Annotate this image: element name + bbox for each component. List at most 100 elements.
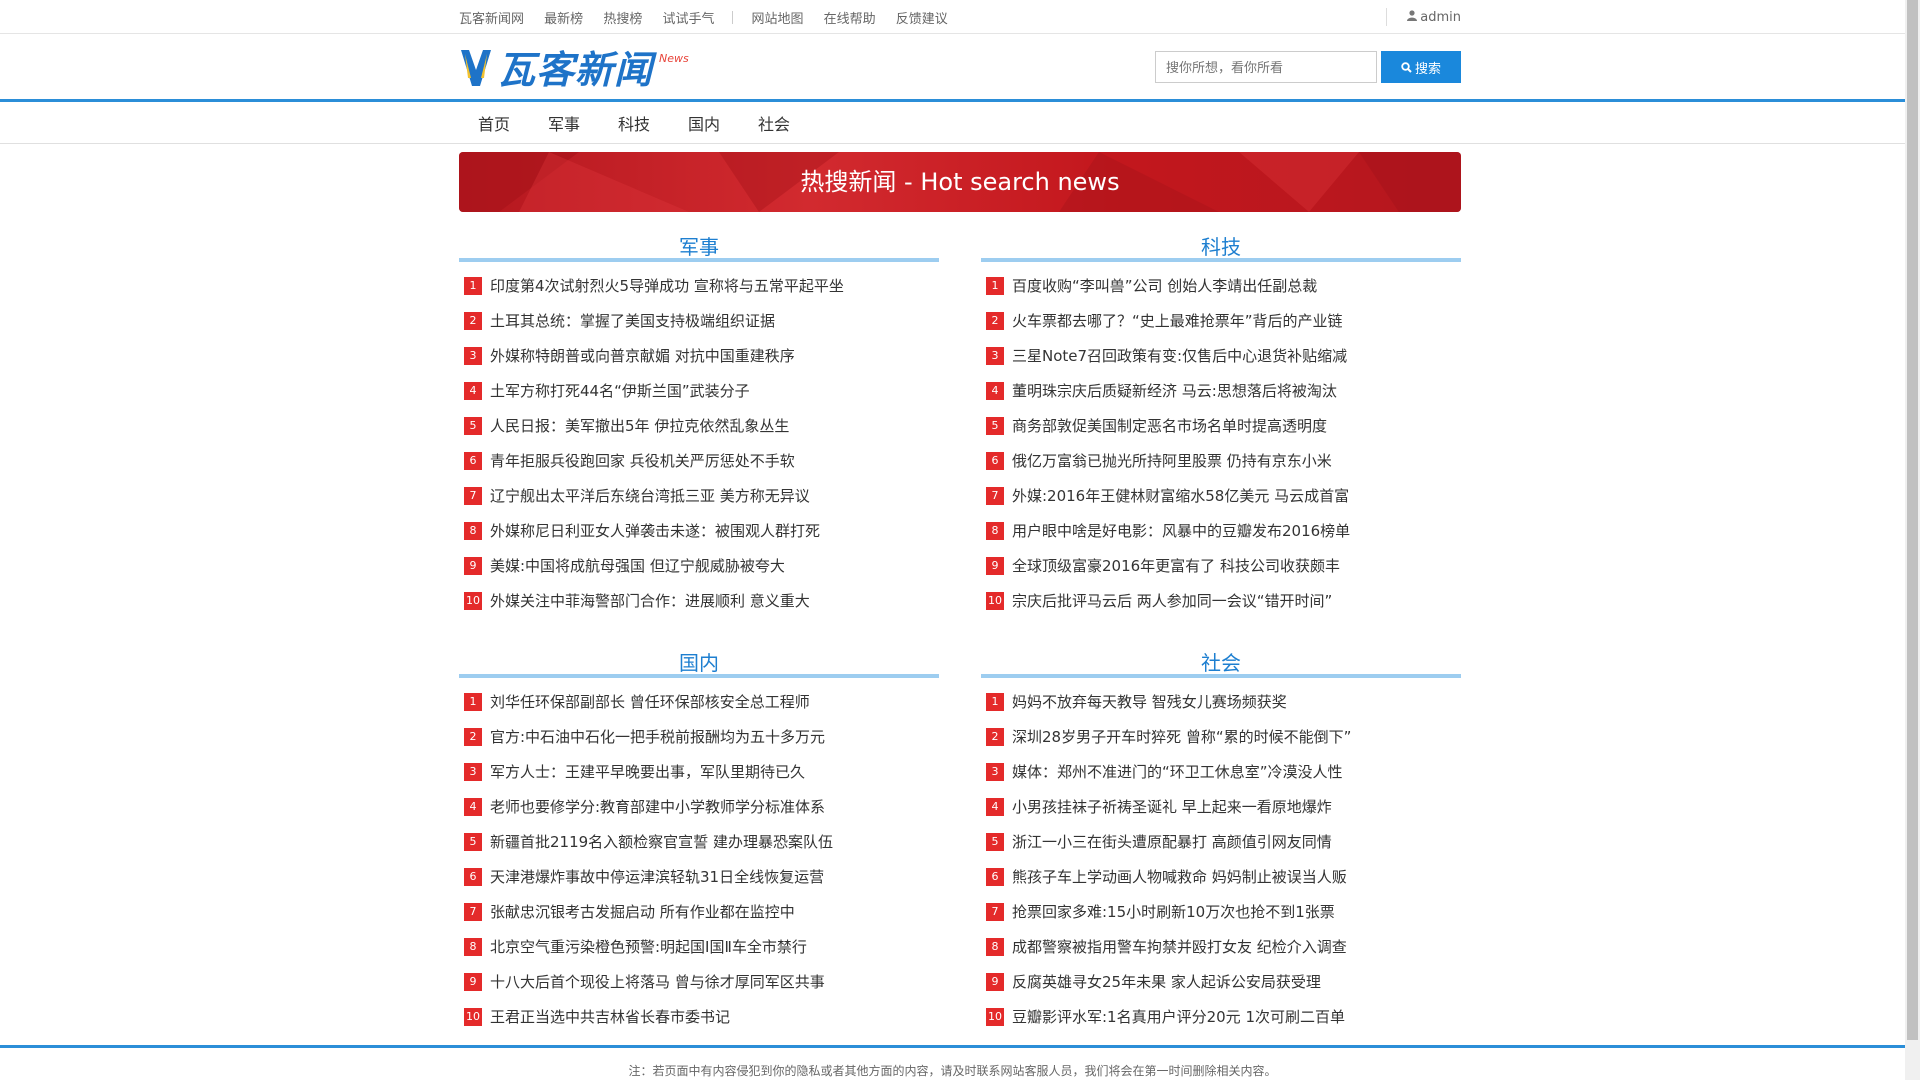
news-item[interactable]: 9 全球顶级富豪2016年更富有了 科技公司收获颇丰 [981,548,1461,583]
news-headline-link[interactable]: 宗庆后批评马云后 两人参加同一会议“错开时间” [1012,590,1332,611]
news-headline-link[interactable]: 用户眼中啥是好电影：风暴中的豆瓣发布2016榜单 [1012,520,1350,541]
news-headline-link[interactable]: 官方:中石油中石化一把手税前报酬均为五十多万元 [490,726,825,747]
news-item[interactable]: 1 百度收购“李叫兽”公司 创始人李靖出任副总裁 [981,268,1461,303]
news-item[interactable]: 5 浙江一小三在街头遭原配暴打 高颜值引网友同情 [981,824,1461,859]
news-headline-link[interactable]: 豆瓣影评水军:1名真用户评分20元 1次可刷二百单 [1012,1006,1345,1027]
news-headline-link[interactable]: 反腐英雄寻女25年未果 家人起诉公安局获受理 [1012,971,1321,992]
news-item[interactable]: 4 土军方称打死44名“伊斯兰国”武装分子 [459,373,939,408]
top-link-hot[interactable]: 热搜榜 [603,12,642,27]
news-item[interactable]: 8 外媒称尼日利亚女人弹袭击未遂：被围观人群打死 [459,513,939,548]
news-headline-link[interactable]: 深圳28岁男子开车时猝死 曾称“累的时候不能倒下” [1012,726,1351,747]
news-headline-link[interactable]: 外媒称尼日利亚女人弹袭击未遂：被围观人群打死 [490,520,820,541]
news-item[interactable]: 1 印度第4次试射烈火5导弹成功 宣称将与五常平起平坐 [459,268,939,303]
news-headline-link[interactable]: 印度第4次试射烈火5导弹成功 宣称将与五常平起平坐 [490,275,844,296]
news-headline-link[interactable]: 董明珠宗庆后质疑新经济 马云:思想落后将被淘汰 [1012,380,1337,401]
section-title[interactable]: 军事 [459,232,939,262]
news-headline-link[interactable]: 火车票都去哪了？“史上最难抢票年”背后的产业链 [1012,310,1343,331]
news-item[interactable]: 8 成都警察被指用警车拘禁并殴打女友 纪检介入调查 [981,929,1461,964]
nav-item-domestic[interactable]: 国内 [669,111,739,135]
news-item[interactable]: 2 官方:中石油中石化一把手税前报酬均为五十多万元 [459,719,939,754]
top-link-home[interactable]: 瓦客新闻网 [459,12,524,27]
news-headline-link[interactable]: 王君正当选中共吉林省长春市委书记 [490,1006,730,1027]
news-headline-link[interactable]: 刘华任环保部副部长 曾任环保部核安全总工程师 [490,691,810,712]
search-input[interactable] [1155,51,1377,83]
news-item[interactable]: 5 人民日报：美军撤出5年 伊拉克依然乱象丛生 [459,408,939,443]
news-headline-link[interactable]: 成都警察被指用警车拘禁并殴打女友 纪检介入调查 [1012,936,1347,957]
news-item[interactable]: 10 外媒关注中菲海警部门合作：进展顺利 意义重大 [459,583,939,618]
scrollbar-thumb[interactable] [1907,0,1918,1040]
top-link-sitemap[interactable]: 网站地图 [751,12,803,27]
news-item[interactable]: 9 美媒:中国将成航母强国 但辽宁舰威胁被夸大 [459,548,939,583]
news-item[interactable]: 9 反腐英雄寻女25年未果 家人起诉公安局获受理 [981,964,1461,999]
news-item[interactable]: 8 用户眼中啥是好电影：风暴中的豆瓣发布2016榜单 [981,513,1461,548]
news-item[interactable]: 5 商务部敦促美国制定恶名市场名单时提高透明度 [981,408,1461,443]
section-title[interactable]: 国内 [459,648,939,678]
news-headline-link[interactable]: 美媒:中国将成航母强国 但辽宁舰威胁被夸大 [490,555,785,576]
news-item[interactable]: 3 军方人士：王建平早晚要出事，军队里期待已久 [459,754,939,789]
news-item[interactable]: 3 媒体：郑州不准进门的“环卫工休息室”冷漠没人性 [981,754,1461,789]
news-headline-link[interactable]: 外媒称特朗普或向普京献媚 对抗中国重建秩序 [490,345,795,366]
news-headline-link[interactable]: 浙江一小三在街头遭原配暴打 高颜值引网友同情 [1012,831,1332,852]
nav-item-tech[interactable]: 科技 [599,111,669,135]
news-item[interactable]: 10 王君正当选中共吉林省长春市委书记 [459,999,939,1034]
news-headline-link[interactable]: 百度收购“李叫兽”公司 创始人李靖出任副总裁 [1012,275,1317,296]
news-headline-link[interactable]: 老师也要修学分:教育部建中小学教师学分标准体系 [490,796,825,817]
news-item[interactable]: 1 妈妈不放弃每天教导 智残女儿赛场频获奖 [981,684,1461,719]
news-headline-link[interactable]: 熊孩子车上学动画人物喊救命 妈妈制止被误当人贩 [1012,866,1347,887]
news-item[interactable]: 7 辽宁舰出太平洋后东绕台湾抵三亚 美方称无异议 [459,478,939,513]
news-item[interactable]: 10 宗庆后批评马云后 两人参加同一会议“错开时间” [981,583,1461,618]
news-item[interactable]: 8 北京空气重污染橙色预警:明起国Ⅰ国Ⅱ车全市禁行 [459,929,939,964]
top-link-feedback[interactable]: 反馈建议 [896,12,948,27]
top-link-latest[interactable]: 最新榜 [544,12,583,27]
section-title[interactable]: 社会 [981,648,1461,678]
news-headline-link[interactable]: 土军方称打死44名“伊斯兰国”武装分子 [490,380,750,401]
news-item[interactable]: 7 抢票回家多难:15小时刷新10万次也抢不到1张票 [981,894,1461,929]
nav-item-society[interactable]: 社会 [739,111,809,135]
news-headline-link[interactable]: 商务部敦促美国制定恶名市场名单时提高透明度 [1012,415,1327,436]
news-headline-link[interactable]: 媒体：郑州不准进门的“环卫工休息室”冷漠没人性 [1012,761,1343,782]
news-headline-link[interactable]: 十八大后首个现役上将落马 曾与徐才厚同军区共事 [490,971,825,992]
news-headline-link[interactable]: 青年拒服兵役跑回家 兵役机关严厉惩处不手软 [490,450,795,471]
news-headline-link[interactable]: 张献忠沉银考古发掘启动 所有作业都在监控中 [490,901,795,922]
news-headline-link[interactable]: 人民日报：美军撤出5年 伊拉克依然乱象丛生 [490,415,789,436]
news-item[interactable]: 3 三星Note7召回政策有变:仅售后中心退货补贴缩减 [981,338,1461,373]
news-item[interactable]: 1 刘华任环保部副部长 曾任环保部核安全总工程师 [459,684,939,719]
news-item[interactable]: 6 熊孩子车上学动画人物喊救命 妈妈制止被误当人贩 [981,859,1461,894]
news-item[interactable]: 6 天津港爆炸事故中停运津滨轻轨31日全线恢复运营 [459,859,939,894]
site-logo[interactable]: 瓦客新闻 News [459,42,689,92]
news-headline-link[interactable]: 天津港爆炸事故中停运津滨轻轨31日全线恢复运营 [490,866,824,887]
news-item[interactable]: 9 十八大后首个现役上将落马 曾与徐才厚同军区共事 [459,964,939,999]
news-headline-link[interactable]: 三星Note7召回政策有变:仅售后中心退货补贴缩减 [1012,345,1347,366]
news-item[interactable]: 2 土耳其总统：掌握了美国支持极端组织证据 [459,303,939,338]
news-headline-link[interactable]: 新疆首批2119名入额检察官宣誓 建办理暴恐案队伍 [490,831,833,852]
section-title[interactable]: 科技 [981,232,1461,262]
news-headline-link[interactable]: 军方人士：王建平早晚要出事，军队里期待已久 [490,761,805,782]
news-headline-link[interactable]: 妈妈不放弃每天教导 智残女儿赛场频获奖 [1012,691,1287,712]
news-headline-link[interactable]: 全球顶级富豪2016年更富有了 科技公司收获颇丰 [1012,555,1340,576]
nav-item-military[interactable]: 军事 [529,111,599,135]
news-headline-link[interactable]: 外媒关注中菲海警部门合作：进展顺利 意义重大 [490,590,810,611]
news-item[interactable]: 6 俄亿万富翁已抛光所持阿里股票 仍持有京东小米 [981,443,1461,478]
news-headline-link[interactable]: 小男孩挂袜子祈祷圣诞礼 早上起来一看原地爆炸 [1012,796,1332,817]
news-headline-link[interactable]: 外媒:2016年王健林财富缩水58亿美元 马云成首富 [1012,485,1349,506]
search-button[interactable]: 搜索 [1381,51,1461,83]
news-item[interactable]: 6 青年拒服兵役跑回家 兵役机关严厉惩处不手软 [459,443,939,478]
news-item[interactable]: 4 小男孩挂袜子祈祷圣诞礼 早上起来一看原地爆炸 [981,789,1461,824]
news-item[interactable]: 10 豆瓣影评水军:1名真用户评分20元 1次可刷二百单 [981,999,1461,1034]
nav-item-home[interactable]: 首页 [459,111,529,135]
news-item[interactable]: 5 新疆首批2119名入额检察官宣誓 建办理暴恐案队伍 [459,824,939,859]
news-item[interactable]: 4 董明珠宗庆后质疑新经济 马云:思想落后将被淘汰 [981,373,1461,408]
page-scrollbar[interactable] [1905,0,1920,1080]
top-link-random[interactable]: 试试手气 [662,12,714,27]
news-item[interactable]: 3 外媒称特朗普或向普京献媚 对抗中国重建秩序 [459,338,939,373]
news-item[interactable]: 7 外媒:2016年王健林财富缩水58亿美元 马云成首富 [981,478,1461,513]
user-menu[interactable]: admin [1386,8,1461,26]
news-item[interactable]: 2 深圳28岁男子开车时猝死 曾称“累的时候不能倒下” [981,719,1461,754]
news-item[interactable]: 4 老师也要修学分:教育部建中小学教师学分标准体系 [459,789,939,824]
news-headline-link[interactable]: 俄亿万富翁已抛光所持阿里股票 仍持有京东小米 [1012,450,1332,471]
news-headline-link[interactable]: 北京空气重污染橙色预警:明起国Ⅰ国Ⅱ车全市禁行 [490,936,807,957]
news-headline-link[interactable]: 辽宁舰出太平洋后东绕台湾抵三亚 美方称无异议 [490,485,810,506]
news-headline-link[interactable]: 土耳其总统：掌握了美国支持极端组织证据 [490,310,775,331]
top-link-help[interactable]: 在线帮助 [824,12,876,27]
news-item[interactable]: 7 张献忠沉银考古发掘启动 所有作业都在监控中 [459,894,939,929]
